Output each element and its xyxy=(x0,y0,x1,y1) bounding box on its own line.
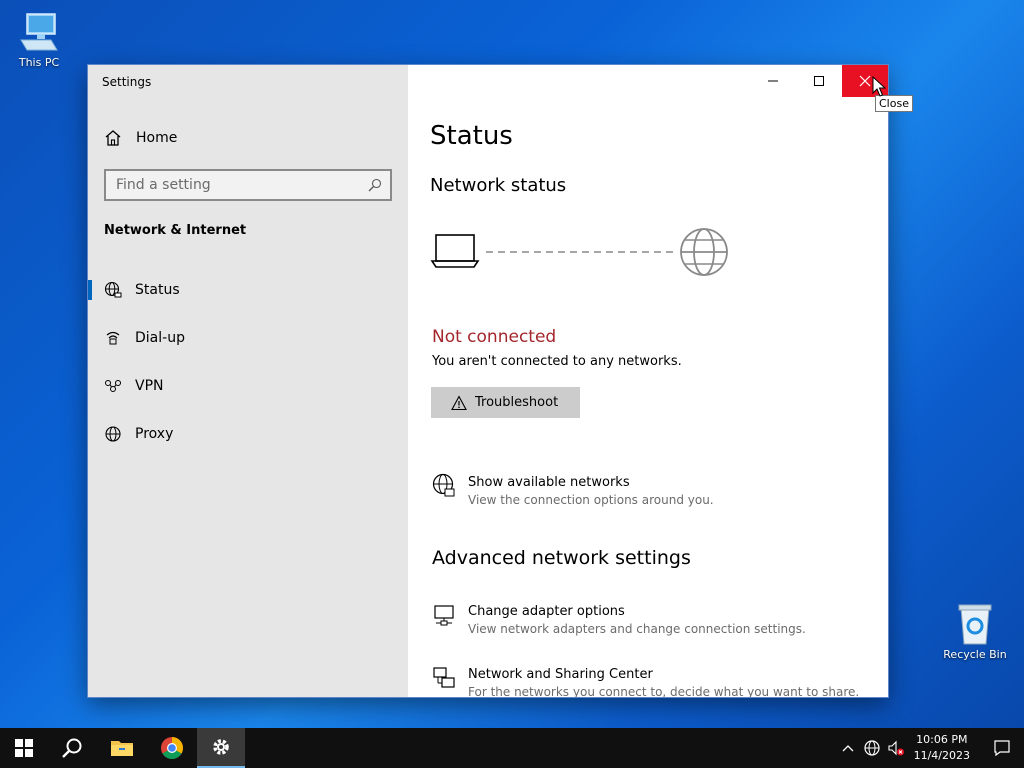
sidebar-item-vpn[interactable]: VPN xyxy=(88,366,408,406)
show-networks-desc: View the connection options around you. xyxy=(468,493,714,507)
search-icon xyxy=(368,178,382,192)
section-label: Network & Internet xyxy=(104,223,247,238)
recycle-bin-label: Recycle Bin xyxy=(943,648,1007,661)
sidebar-item-label: Status xyxy=(135,282,180,298)
home-nav-item[interactable]: Home xyxy=(104,129,177,147)
troubleshoot-label: Troubleshoot xyxy=(475,395,559,410)
minimize-button[interactable] xyxy=(750,65,796,97)
sidebar-item-label: Proxy xyxy=(135,426,174,442)
warning-icon xyxy=(451,394,467,411)
dial-up-icon xyxy=(104,329,122,347)
search-placeholder: Find a setting xyxy=(116,177,211,193)
show-networks-title: Show available networks xyxy=(468,475,630,490)
taskbar-search-button[interactable] xyxy=(48,728,96,768)
settings-window: Settings Home Find a setting Network & I… xyxy=(88,65,888,697)
network-diagram xyxy=(430,225,740,281)
chrome-icon xyxy=(161,737,183,759)
sidebar-item-label: VPN xyxy=(135,378,164,394)
globe-icon xyxy=(104,425,122,443)
main-content: Status Network status Not connected You xyxy=(408,65,888,697)
chevron-up-icon xyxy=(842,745,854,752)
network-status-heading: Network status xyxy=(430,175,567,196)
adapter-icon xyxy=(432,602,456,628)
page-title: Status xyxy=(430,121,513,151)
volume-muted-icon xyxy=(888,740,904,756)
sidebar-item-label: Dial-up xyxy=(135,330,185,346)
this-pc-label: This PC xyxy=(18,56,60,69)
search-input[interactable]: Find a setting xyxy=(104,169,392,201)
clock-time: 10:06 PM xyxy=(916,733,968,746)
advanced-settings-heading: Advanced network settings xyxy=(432,547,691,569)
gear-icon xyxy=(213,739,229,755)
sidebar-item-proxy[interactable]: Proxy xyxy=(88,414,408,454)
globe-status-icon xyxy=(104,281,122,299)
clock-date: 11/4/2023 xyxy=(913,749,970,762)
clock[interactable]: 10:06 PM 11/4/2023 xyxy=(914,732,970,764)
troubleshoot-button[interactable]: Troubleshoot xyxy=(431,387,580,418)
desktop-icon-recycle-bin[interactable]: Recycle Bin xyxy=(940,602,1010,661)
show-hidden-icons-button[interactable] xyxy=(836,728,860,768)
recycle-bin-icon xyxy=(953,602,997,646)
settings-taskbar-button[interactable] xyxy=(197,728,245,768)
close-icon xyxy=(859,75,871,87)
change-adapter-options-link[interactable]: Change adapter options View network adap… xyxy=(432,602,806,636)
adapter-options-desc: View network adapters and change connect… xyxy=(468,622,806,636)
mouse-cursor-icon xyxy=(872,75,887,98)
windows-logo-icon xyxy=(15,739,33,757)
volume-tray-button[interactable] xyxy=(884,728,908,768)
computer-icon xyxy=(17,10,61,54)
sidebar-item-dial-up[interactable]: Dial-up xyxy=(88,318,408,358)
connection-status-desc: You aren't connected to any networks. xyxy=(432,354,682,369)
connection-status-text: Not connected xyxy=(432,327,557,347)
show-available-networks-link[interactable]: Show available networks View the connect… xyxy=(432,473,714,507)
chrome-button[interactable] xyxy=(148,728,196,768)
sharing-center-icon xyxy=(432,665,456,691)
adapter-options-title: Change adapter options xyxy=(468,604,625,619)
maximize-button[interactable] xyxy=(796,65,842,97)
network-sharing-center-link[interactable]: Network and Sharing Center For the netwo… xyxy=(432,665,859,697)
network-tray-button[interactable] xyxy=(860,728,884,768)
system-tray: 10:06 PM 11/4/2023 xyxy=(836,728,1024,768)
vpn-icon xyxy=(104,377,122,395)
start-button[interactable] xyxy=(0,728,48,768)
globe-internet-icon xyxy=(680,228,728,276)
notification-icon xyxy=(994,740,1010,757)
home-label: Home xyxy=(136,130,178,146)
action-center-button[interactable] xyxy=(980,728,1024,768)
folder-icon xyxy=(111,741,133,756)
sharing-center-desc: For the networks you connect to, decide … xyxy=(468,685,860,697)
home-icon xyxy=(104,129,122,147)
sharing-center-title: Network and Sharing Center xyxy=(468,667,653,682)
sidebar: Settings Home Find a setting Network & I… xyxy=(88,65,408,697)
window-controls xyxy=(750,65,888,97)
laptop-icon xyxy=(430,234,480,268)
search-icon xyxy=(62,738,82,758)
file-explorer-button[interactable] xyxy=(98,728,146,768)
sidebar-item-status[interactable]: Status xyxy=(88,270,408,310)
window-title: Settings xyxy=(102,75,152,89)
network-globe-tray-icon xyxy=(863,740,880,756)
taskbar: 10:06 PM 11/4/2023 xyxy=(0,728,1024,768)
desktop-icon-this-pc[interactable]: This PC xyxy=(4,10,74,69)
network-globe-icon xyxy=(432,473,456,499)
